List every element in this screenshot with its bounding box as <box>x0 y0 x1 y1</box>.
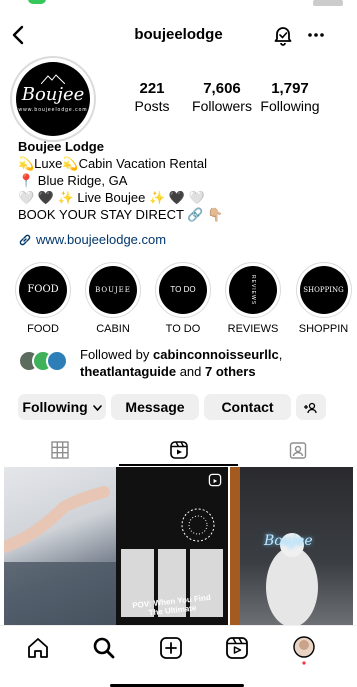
highlight-ring: FOOD <box>15 262 71 318</box>
grid-icon <box>51 441 69 459</box>
followed-by-text: Followed by cabinconnoisseurllc, theatla… <box>80 346 352 380</box>
highlight-shopping[interactable]: SHOPPING SHOPPIN <box>290 262 357 335</box>
profile-bio: Boujee Lodge 💫Luxe💫Cabin Vacation Rental… <box>18 138 348 223</box>
highlight-cover: BOUJEE <box>89 266 137 314</box>
display-name: Boujee Lodge <box>18 139 104 154</box>
highlight-cover: TO DO <box>159 266 207 314</box>
tab-tagged[interactable] <box>238 436 357 466</box>
reel-thumbnail[interactable]: Boujee <box>230 467 353 627</box>
bio-line: 📍 Blue Ridge, GA <box>18 173 128 188</box>
back-arrow-icon <box>12 25 24 45</box>
back-button[interactable] <box>8 23 30 47</box>
highlight-label: REVIEWS <box>227 323 279 335</box>
suggest-people-button[interactable] <box>296 394 326 420</box>
highlight-ring: SHOPPING <box>295 262 352 318</box>
follower-avatar <box>46 350 68 372</box>
neon-sign-text: Boujee <box>264 533 313 549</box>
highlight-ring: REVIEWS <box>225 262 281 318</box>
highlight-label: SHOPPIN <box>298 323 349 335</box>
highlight-cabin[interactable]: BOUJEE CABIN <box>80 262 146 335</box>
bottom-nav <box>0 625 357 669</box>
highlight-cover: REVIEWS <box>229 266 277 314</box>
link-icon <box>19 234 31 245</box>
follower-username[interactable]: theatlantaguide <box>80 364 176 379</box>
reel-thumbnail[interactable] <box>4 467 116 627</box>
reels-grid: POV: When You Find The Ultimate Boujee <box>0 467 357 627</box>
search-icon <box>93 637 115 659</box>
tab-reels[interactable] <box>119 436 238 466</box>
highlight-label: FOOD <box>27 323 59 335</box>
nav-home[interactable] <box>24 634 52 662</box>
website-url: www.boujeelodge.com <box>36 232 167 247</box>
profile-avatar-icon <box>293 636 315 665</box>
follower-username[interactable]: cabinconnoisseurllc <box>153 347 279 362</box>
following-button[interactable]: Following <box>18 394 106 420</box>
active-tab-indicator <box>119 464 238 466</box>
message-label: Message <box>125 399 185 415</box>
profile-username: boujeelodge <box>134 26 223 43</box>
followers-count: 7,606 <box>203 80 241 97</box>
chevron-down-icon <box>92 405 102 412</box>
tagged-icon <box>289 442 307 459</box>
status-pill <box>28 0 46 4</box>
reel-thumbnail-image <box>4 486 116 627</box>
reels-icon <box>208 473 222 487</box>
posts-stat[interactable]: 221 Posts <box>120 80 184 114</box>
bio-line: 💫Luxe💫Cabin Vacation Rental <box>18 156 207 171</box>
profile-avatar: Boujee www.boujeelodge.com <box>16 62 90 136</box>
followers-stat[interactable]: 7,606 Followers <box>188 80 256 114</box>
posts-count: 221 <box>139 80 165 97</box>
posts-label: Posts <box>134 98 170 114</box>
highlight-food[interactable]: FOOD FOOD <box>10 262 76 335</box>
top-bar: boujeelodge <box>0 20 357 50</box>
mountain-logo-icon <box>41 74 65 84</box>
reels-icon <box>226 637 248 659</box>
more-options-button[interactable] <box>306 26 326 44</box>
nav-reels[interactable] <box>223 634 251 662</box>
profile-avatar-ring[interactable]: Boujee www.boujeelodge.com <box>10 56 96 142</box>
website-link[interactable]: www.boujeelodge.com <box>18 232 166 247</box>
reel-thumbnail[interactable]: POV: When You Find The Ultimate <box>116 467 228 627</box>
nav-create[interactable] <box>157 634 185 662</box>
highlight-ring: TO DO <box>155 262 211 318</box>
highlight-label: TO DO <box>165 323 201 335</box>
followers-label: Followers <box>192 98 252 114</box>
create-icon <box>160 637 182 659</box>
highlight-cover: SHOPPING <box>299 266 348 314</box>
notifications-button[interactable] <box>272 24 294 46</box>
status-icons <box>313 0 343 6</box>
bio-line: BOOK YOUR STAY DIRECT 🔗 👇🏼 <box>18 207 224 222</box>
message-button[interactable]: Message <box>111 394 199 420</box>
followed-separator: , <box>278 347 283 362</box>
following-stat[interactable]: 1,797 Following <box>258 80 322 114</box>
more-options-icon <box>308 33 324 37</box>
avatar-logo-url: www.boujeelodge.com <box>18 107 88 113</box>
highlight-ring: BOUJEE <box>85 262 141 318</box>
reels-icon <box>170 441 188 459</box>
nav-profile[interactable] <box>290 634 318 665</box>
followed-mid: and <box>176 364 205 379</box>
following-count: 1,797 <box>271 80 309 97</box>
notification-bell-icon <box>274 27 292 46</box>
following-label: Following <box>22 399 88 415</box>
highlight-label: CABIN <box>96 323 130 335</box>
bio-line: 🤍 🖤 ✨ Live Boujee ✨ 🖤 🤍 <box>18 190 205 205</box>
status-bar <box>0 0 357 14</box>
add-person-icon <box>304 403 317 414</box>
avatar-logo-text: Boujee <box>21 84 85 105</box>
followed-others[interactable]: 7 others <box>205 364 256 379</box>
highlight-cover: FOOD <box>19 266 67 314</box>
nav-search[interactable] <box>90 634 118 662</box>
home-icon <box>28 638 48 658</box>
highlight-reviews[interactable]: REVIEWS REVIEWS <box>220 262 286 335</box>
followed-prefix: Followed by <box>80 347 153 362</box>
story-highlights: FOOD FOOD BOUJEE CABIN TO DO TO DO REVIE… <box>0 262 357 335</box>
tab-grid[interactable] <box>0 436 119 466</box>
contact-label: Contact <box>221 399 274 415</box>
highlight-todo[interactable]: TO DO TO DO <box>150 262 216 335</box>
profile-tabs <box>0 436 357 466</box>
followed-by[interactable]: Followed by cabinconnoisseurllc, theatla… <box>18 346 353 380</box>
contact-button[interactable]: Contact <box>204 394 291 420</box>
following-label: Following <box>260 98 320 114</box>
